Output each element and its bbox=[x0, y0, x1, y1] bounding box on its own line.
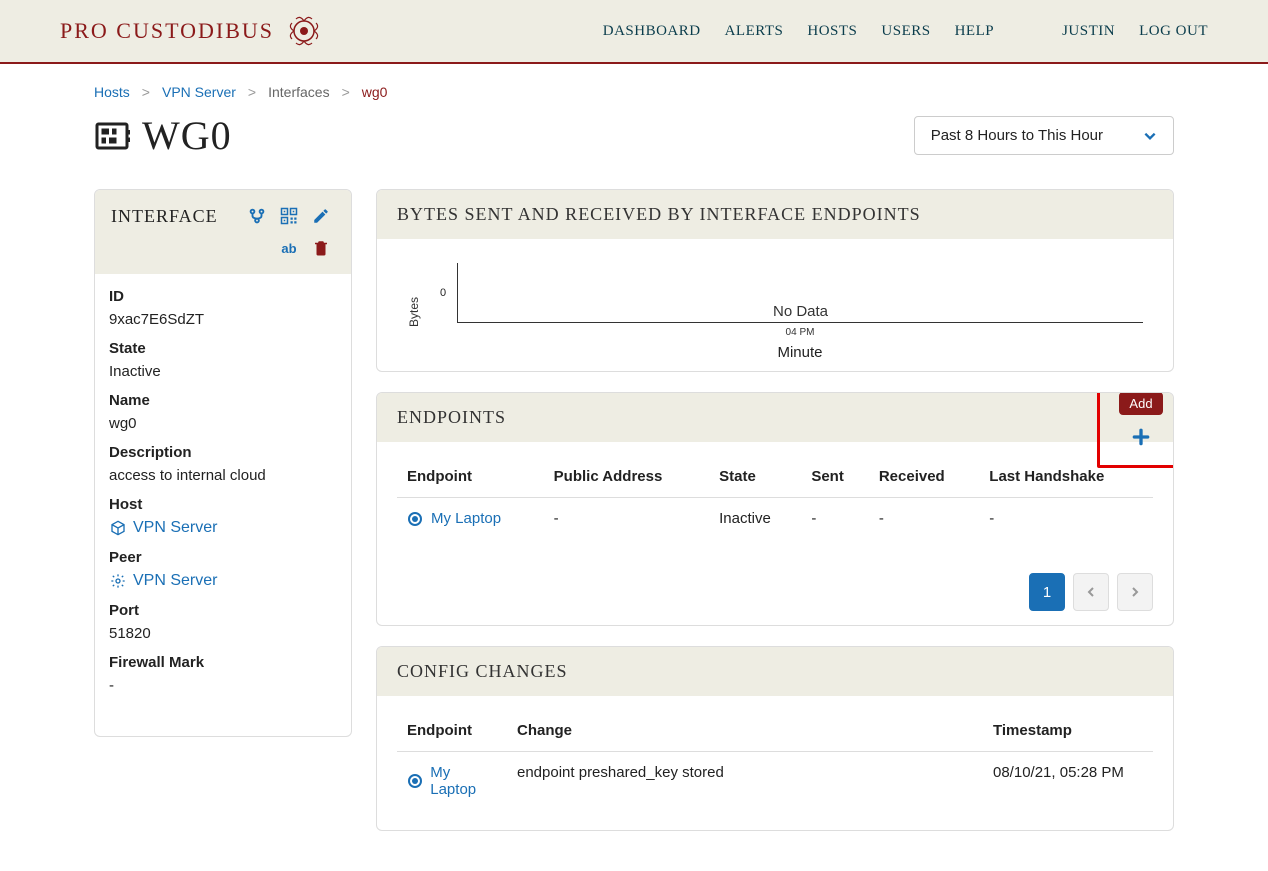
edit-icon[interactable] bbox=[307, 202, 335, 230]
nav-alerts[interactable]: ALERTS bbox=[725, 23, 784, 40]
page-next-button[interactable] bbox=[1117, 573, 1153, 611]
cell-recv: - bbox=[869, 498, 979, 540]
nav-logout[interactable]: LOG OUT bbox=[1139, 23, 1208, 40]
field-name-label: Name bbox=[109, 392, 337, 409]
field-port-label: Port bbox=[109, 602, 337, 619]
field-name-value: wg0 bbox=[109, 415, 337, 432]
config-table: Endpoint Change Timestamp My Laptop endp… bbox=[397, 710, 1153, 810]
field-fw-value: - bbox=[109, 677, 337, 694]
cell-state: Inactive bbox=[709, 498, 801, 540]
cell-pub: - bbox=[544, 498, 709, 540]
chart-axes: 0 No Data bbox=[457, 263, 1143, 323]
endpoints-title: ENDPOINTS bbox=[397, 407, 506, 428]
crumb-hosts[interactable]: Hosts bbox=[94, 84, 130, 100]
nav-current-user[interactable]: JUSTIN bbox=[1062, 23, 1115, 40]
cfg-endpoint-name: My Laptop bbox=[430, 764, 497, 798]
table-row: My Laptop endpoint preshared_key stored … bbox=[397, 752, 1153, 811]
table-row: My Laptop - Inactive - - - bbox=[397, 498, 1153, 540]
field-id-label: ID bbox=[109, 288, 337, 305]
endpoint-icon bbox=[407, 773, 422, 789]
top-header: PRO CUSTODIBUS DASHBOARD ALERTS HOSTS US… bbox=[0, 0, 1268, 64]
cell-last: - bbox=[979, 498, 1153, 540]
col-cfg-ts: Timestamp bbox=[983, 710, 1153, 752]
nav-users[interactable]: USERS bbox=[881, 23, 930, 40]
add-highlight: Add bbox=[1097, 392, 1174, 468]
chart-x-label: Minute bbox=[457, 344, 1143, 361]
col-sent: Sent bbox=[801, 456, 869, 498]
col-cfg-endpoint: Endpoint bbox=[397, 710, 507, 752]
field-host-label: Host bbox=[109, 496, 337, 513]
brand[interactable]: PRO CUSTODIBUS bbox=[60, 13, 322, 49]
field-desc-label: Description bbox=[109, 444, 337, 461]
crumb-current: wg0 bbox=[362, 84, 388, 100]
col-pub: Public Address bbox=[544, 456, 709, 498]
cfg-ts: 08/10/21, 05:28 PM bbox=[983, 752, 1153, 811]
page-prev-button[interactable] bbox=[1073, 573, 1109, 611]
col-cfg-change: Change bbox=[507, 710, 983, 752]
nav-dashboard[interactable]: DASHBOARD bbox=[603, 23, 701, 40]
field-desc-value: access to internal cloud bbox=[109, 467, 337, 484]
field-peer-value: VPN Server bbox=[133, 572, 217, 590]
title-row: WG0 Past 8 Hours to This Hour bbox=[94, 112, 1174, 159]
endpoints-table: Endpoint Public Address State Sent Recei… bbox=[397, 456, 1153, 539]
config-title: CONFIG CHANGES bbox=[397, 661, 568, 682]
field-id-value: 9xac7E6SdZT bbox=[109, 311, 337, 328]
field-peer-link[interactable]: VPN Server bbox=[109, 572, 337, 590]
interface-panel: INTERFACE ab ID 9xac7E6SdZT State Inactive… bbox=[94, 189, 352, 737]
col-state: State bbox=[709, 456, 801, 498]
delete-icon[interactable] bbox=[307, 234, 335, 262]
time-range-label: Past 8 Hours to This Hour bbox=[931, 127, 1103, 144]
main-nav: DASHBOARD ALERTS HOSTS USERS HELP JUSTIN… bbox=[603, 23, 1208, 40]
interface-panel-title: INTERFACE bbox=[111, 202, 218, 227]
nav-hosts[interactable]: HOSTS bbox=[807, 23, 857, 40]
page-title: WG0 bbox=[142, 112, 232, 159]
brand-logo-icon bbox=[286, 13, 322, 49]
chart-x-tick: 04 PM bbox=[457, 327, 1143, 338]
endpoint-name: My Laptop bbox=[431, 510, 501, 527]
brand-text: PRO CUSTODIBUS bbox=[60, 18, 274, 44]
field-state-value: Inactive bbox=[109, 363, 337, 380]
field-fw-label: Firewall Mark bbox=[109, 654, 337, 671]
crumb-vpn[interactable]: VPN Server bbox=[162, 84, 236, 100]
chart-y-tick: 0 bbox=[440, 287, 446, 299]
field-state-label: State bbox=[109, 340, 337, 357]
field-port-value: 51820 bbox=[109, 625, 337, 642]
nav-help[interactable]: HELP bbox=[955, 23, 995, 40]
add-tooltip: Add bbox=[1119, 392, 1162, 415]
col-endpoint: Endpoint bbox=[397, 456, 544, 498]
cell-sent: - bbox=[801, 498, 869, 540]
field-peer-label: Peer bbox=[109, 549, 337, 566]
col-recv: Received bbox=[869, 456, 979, 498]
chart-title: BYTES SENT AND RECEIVED BY INTERFACE END… bbox=[397, 204, 921, 225]
field-host-value: VPN Server bbox=[133, 519, 217, 537]
endpoint-icon bbox=[407, 511, 423, 527]
cube-icon bbox=[109, 519, 127, 537]
chart-y-label: Bytes bbox=[407, 263, 421, 361]
field-host-link[interactable]: VPN Server bbox=[109, 519, 337, 537]
endpoint-link[interactable]: My Laptop bbox=[407, 510, 534, 527]
chevron-down-icon bbox=[1143, 129, 1157, 143]
breadcrumb: Hosts > VPN Server > Interfaces > wg0 bbox=[94, 78, 1174, 112]
chart-no-data: No Data bbox=[773, 303, 828, 320]
cfg-change: endpoint preshared_key stored bbox=[507, 752, 983, 811]
interface-icon bbox=[94, 118, 130, 154]
rename-icon[interactable]: ab bbox=[275, 234, 303, 262]
add-endpoint-button[interactable] bbox=[1125, 421, 1157, 453]
crumb-interfaces: Interfaces bbox=[268, 84, 329, 100]
gear-icon bbox=[109, 572, 127, 590]
branch-icon[interactable] bbox=[243, 202, 271, 230]
qr-icon[interactable] bbox=[275, 202, 303, 230]
crumb-sep: > bbox=[342, 84, 350, 100]
endpoints-panel: ENDPOINTS Add Endpoint Public Address St… bbox=[376, 392, 1174, 626]
crumb-sep: > bbox=[248, 84, 256, 100]
page-1-button[interactable]: 1 bbox=[1029, 573, 1065, 611]
chart-panel: BYTES SENT AND RECEIVED BY INTERFACE END… bbox=[376, 189, 1174, 372]
crumb-sep: > bbox=[142, 84, 150, 100]
endpoint-link[interactable]: My Laptop bbox=[407, 764, 497, 798]
config-panel: CONFIG CHANGES Endpoint Change Timestamp… bbox=[376, 646, 1174, 831]
time-range-select[interactable]: Past 8 Hours to This Hour bbox=[914, 116, 1174, 155]
pagination: 1 bbox=[377, 559, 1173, 625]
